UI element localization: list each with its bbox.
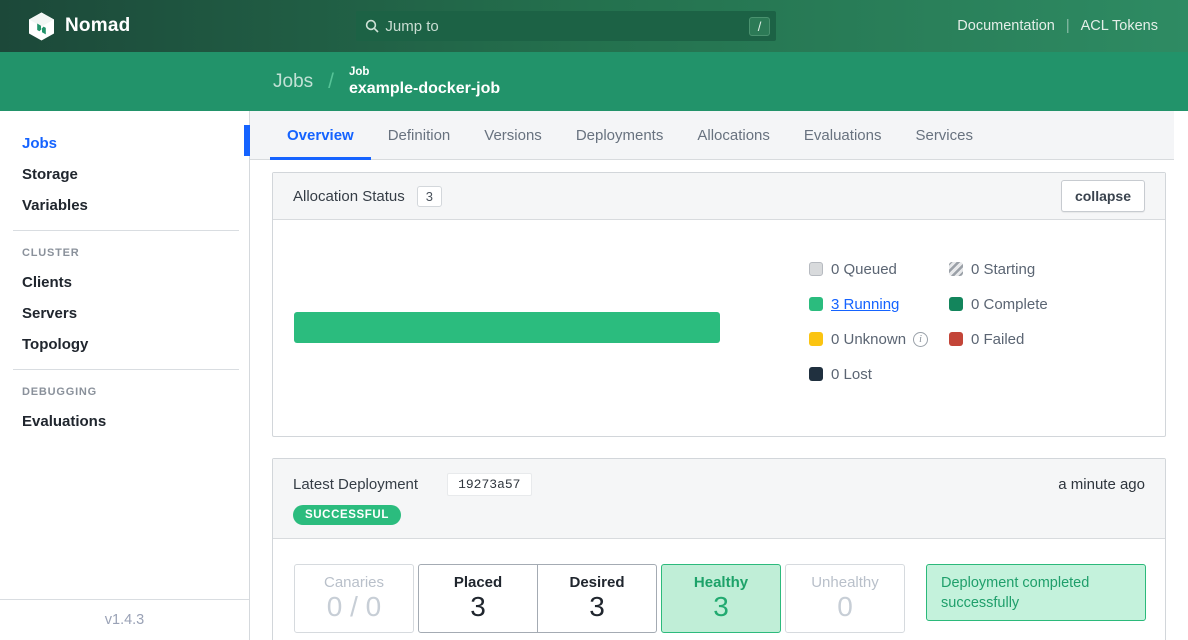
legend-label: 0 Starting — [971, 261, 1035, 278]
brand-name: Nomad — [65, 15, 130, 37]
sidebar-item-servers[interactable]: Servers — [22, 306, 249, 322]
navbar-links: Documentation | ACL Tokens — [957, 18, 1158, 34]
metric-value: 3 — [419, 591, 537, 623]
lost-swatch-icon — [809, 367, 823, 381]
sidebar-divider — [13, 369, 239, 370]
running-swatch-icon — [809, 297, 823, 311]
jump-to-search[interactable]: / — [356, 11, 776, 41]
metric-label: Canaries — [295, 574, 413, 591]
scrollbar-gutter — [1174, 111, 1188, 640]
legend-item-complete: 0 Complete — [949, 294, 1159, 314]
tab-definition[interactable]: Definition — [371, 111, 468, 159]
allocation-status-header: Allocation Status 3 collapse — [273, 173, 1165, 220]
legend-item-starting: 0 Starting — [949, 259, 1159, 279]
legend-label: 0 Unknown — [831, 331, 906, 348]
legend-item-lost: 0 Lost — [809, 364, 949, 384]
sidebar-active-indicator — [244, 125, 250, 156]
breadcrumb-separator: / — [328, 70, 334, 94]
allocation-status-panel: Allocation Status 3 collapse 0 Queued 0 … — [272, 172, 1166, 437]
metric-value: 3 — [538, 591, 656, 623]
metric-healthy: Healthy 3 — [661, 564, 781, 633]
navbar-link-separator: | — [1066, 18, 1070, 34]
sidebar-divider — [13, 230, 239, 231]
sidebar-item-topology[interactable]: Topology — [22, 337, 249, 353]
sidebar: Jobs Storage Variables CLUSTER Clients S… — [0, 111, 250, 640]
sidebar-heading-cluster: CLUSTER — [22, 247, 249, 259]
metric-unhealthy: Unhealthy 0 — [785, 564, 905, 633]
sidebar-item-evaluations[interactable]: Evaluations — [22, 414, 249, 430]
legend-label: 0 Failed — [971, 331, 1024, 348]
metric-desired: Desired 3 — [537, 564, 657, 633]
sidebar-item-variables[interactable]: Variables — [22, 198, 249, 214]
metric-value: 0 — [786, 591, 904, 623]
metric-label: Placed — [419, 574, 537, 591]
info-icon[interactable]: i — [913, 332, 928, 347]
metric-placed: Placed 3 — [418, 564, 538, 633]
legend-label: 0 Complete — [971, 296, 1048, 313]
metric-label: Unhealthy — [786, 574, 904, 591]
deployment-metrics: Canaries 0 / 0 Placed 3 Desired 3 — [273, 539, 1165, 633]
sidebar-item-jobs[interactable]: Jobs — [22, 136, 249, 152]
acl-tokens-link[interactable]: ACL Tokens — [1081, 18, 1158, 34]
latest-deployment-panel: Latest Deployment 19273a57 a minute ago … — [272, 458, 1166, 640]
breadcrumb-jobs[interactable]: Jobs — [273, 71, 313, 93]
legend-item-unknown: 0 Unknown i — [809, 329, 949, 349]
tab-evaluations[interactable]: Evaluations — [787, 111, 899, 159]
tab-services[interactable]: Services — [898, 111, 990, 159]
sidebar-footer: v1.4.3 — [0, 599, 249, 640]
collapse-button[interactable]: collapse — [1061, 180, 1145, 212]
breadcrumb-bar: Jobs / Job example-docker-job — [0, 52, 1188, 111]
legend-item-running: 3 Running — [809, 294, 949, 314]
starting-swatch-icon — [949, 262, 963, 276]
tab-overview[interactable]: Overview — [270, 111, 371, 159]
metric-value: 0 / 0 — [295, 591, 413, 623]
top-navbar: Nomad / Documentation | ACL Tokens — [0, 0, 1188, 52]
failed-swatch-icon — [949, 332, 963, 346]
breadcrumb-entity-type: Job — [349, 66, 500, 78]
unknown-swatch-icon — [809, 332, 823, 346]
nomad-logo-icon — [28, 12, 55, 41]
latest-deployment-header: Latest Deployment 19273a57 a minute ago … — [273, 459, 1165, 539]
legend-label: 0 Queued — [831, 261, 897, 278]
tab-allocations[interactable]: Allocations — [680, 111, 787, 159]
version-label: v1.4.3 — [105, 612, 145, 628]
legend-item-queued: 0 Queued — [809, 259, 949, 279]
search-icon — [365, 19, 379, 33]
sidebar-item-storage[interactable]: Storage — [22, 167, 249, 183]
deployment-id-chip: 19273a57 — [447, 473, 531, 496]
tab-deployments[interactable]: Deployments — [559, 111, 681, 159]
allocation-count-badge: 3 — [417, 186, 442, 207]
deployment-success-message: Deployment completed successfully — [926, 564, 1146, 621]
documentation-link[interactable]: Documentation — [957, 18, 1055, 34]
sidebar-heading-debugging: DEBUGGING — [22, 386, 249, 398]
allocation-status-title: Allocation Status — [293, 188, 405, 205]
complete-swatch-icon — [949, 297, 963, 311]
legend-label: 0 Lost — [831, 366, 872, 383]
breadcrumb-current-job[interactable]: Job example-docker-job — [349, 66, 500, 98]
tab-versions[interactable]: Versions — [467, 111, 559, 159]
allocation-chart-area: 0 Queued 0 Starting 3 Running 0 Com — [273, 220, 1165, 436]
queued-swatch-icon — [809, 262, 823, 276]
allocation-legend: 0 Queued 0 Starting 3 Running 0 Com — [809, 259, 1159, 384]
breadcrumb-entity-name: example-docker-job — [349, 80, 500, 98]
metric-group-placed-desired: Placed 3 Desired 3 — [418, 564, 657, 633]
job-tabs: Overview Definition Versions Deployments… — [250, 111, 1188, 160]
sidebar-item-clients[interactable]: Clients — [22, 275, 249, 291]
nomad-brand[interactable]: Nomad — [28, 12, 130, 41]
metric-canaries: Canaries 0 / 0 — [294, 564, 414, 633]
allocation-status-bar-running[interactable] — [294, 312, 720, 343]
latest-deployment-title: Latest Deployment — [293, 476, 418, 493]
metric-value: 3 — [662, 591, 780, 623]
deployment-status-badge: SUCCESSFUL — [293, 505, 401, 525]
search-input[interactable] — [385, 18, 748, 35]
search-shortcut-key: / — [749, 17, 771, 36]
deployment-timestamp: a minute ago — [1058, 476, 1145, 493]
legend-item-failed: 0 Failed — [949, 329, 1159, 349]
running-allocations-link[interactable]: 3 Running — [831, 296, 899, 313]
metric-label: Healthy — [662, 574, 780, 591]
metric-label: Desired — [538, 574, 656, 591]
main-content: Overview Definition Versions Deployments… — [250, 111, 1188, 640]
